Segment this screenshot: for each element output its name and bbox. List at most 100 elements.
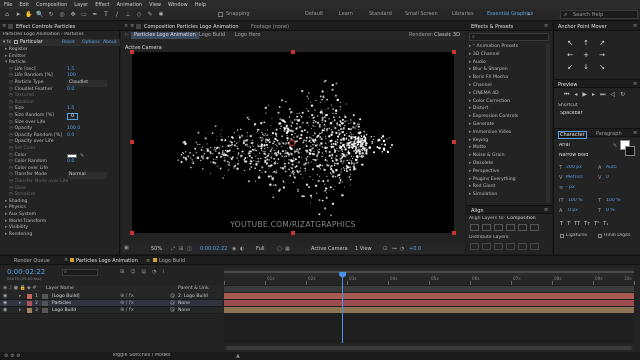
play-icon[interactable]: ▶ [582, 91, 587, 99]
close-icon[interactable]: × [124, 23, 128, 29]
playhead[interactable] [339, 272, 347, 343]
close-icon[interactable]: ≡ [146, 258, 150, 264]
footage-tab[interactable]: Footage (none) [251, 24, 289, 30]
effects-category-item[interactable]: ▸ Keying [469, 137, 545, 145]
eyedropper-icon[interactable]: ✎ [80, 153, 84, 159]
align-tab[interactable]: Align [471, 208, 484, 214]
comp-mini-flowchart-icon[interactable]: ⊞ [120, 269, 124, 276]
panel-menu-icon[interactable]: ≡ [633, 81, 637, 87]
anchor-left-button[interactable]: ← [562, 49, 578, 61]
shortcut-dropdown[interactable]: Spacebar [560, 111, 583, 116]
effect-param-value[interactable]: 100 [67, 73, 76, 80]
selection-tool-icon[interactable]: ➤ [14, 11, 22, 19]
effects-category-item[interactable]: ▸ Red Giant [469, 183, 545, 191]
layer-duration-bar[interactable] [224, 300, 634, 306]
breadcrumb-logo-build[interactable]: Logo Build [199, 31, 225, 40]
align-right-icon[interactable] [494, 224, 503, 231]
composition-viewer[interactable]: YOUTUBE.COM/RIZATGRAPHICS [130, 50, 456, 235]
all-caps-icon[interactable]: TT [574, 221, 580, 229]
mask-icon[interactable]: ◫ [187, 246, 192, 252]
workspace-standard[interactable]: Standard [369, 11, 392, 17]
tracking-value[interactable]: 0 [606, 175, 609, 180]
parent-dropdown[interactable]: None [178, 307, 190, 314]
effect-param-row[interactable]: ◷ Size [9, 106, 119, 113]
fx-enable-checkbox[interactable] [14, 40, 18, 44]
exposure-reset-icon[interactable]: ◔ [400, 246, 404, 252]
layer-duration-bar[interactable] [224, 293, 634, 299]
menu-effect[interactable]: Effect [95, 2, 109, 8]
breadcrumb-logo-hero[interactable]: Logo Hero [235, 31, 260, 40]
layer-name-column[interactable]: Layer Name [46, 285, 74, 292]
render-queue-tab[interactable]: Render Queue [14, 258, 50, 264]
composition-tab[interactable]: Composition Particles Logo Animation [144, 24, 239, 30]
zoom-tool-icon[interactable]: 🔍 [36, 11, 44, 19]
lock-icon[interactable] [8, 24, 13, 29]
effect-param-row[interactable]: ◷ Opacity over Life [9, 139, 119, 146]
effect-param-row[interactable]: ◷ Set Color [9, 146, 119, 153]
pickwhip-icon[interactable]: @ [170, 293, 175, 300]
distribute-hcenter-icon[interactable] [518, 243, 527, 250]
zoom-dropdown[interactable]: 50% [151, 246, 162, 252]
effect-options-link[interactable]: Options [82, 39, 100, 46]
transparency-grid-icon[interactable]: ▦ [285, 246, 290, 252]
effects-category-item[interactable]: ▸ Immersive Video [469, 129, 545, 137]
effects-category-item[interactable]: ▸ Simulation [469, 191, 545, 199]
layer-label-color[interactable] [27, 301, 32, 306]
layer-name[interactable]: [Logo Build] [52, 293, 80, 300]
anchor-top-right-button[interactable]: ↗ [594, 37, 610, 49]
subscript-icon[interactable]: T₁ [603, 221, 608, 229]
rectangle-tool-icon[interactable]: ▭ [80, 11, 88, 19]
workspace-small-screen[interactable]: Small Screen [405, 11, 438, 17]
tsume-value[interactable]: 0 % [606, 208, 615, 213]
handle-bottom-center[interactable] [291, 231, 295, 235]
menu-help[interactable]: Help [195, 2, 206, 8]
anchor-point-icon[interactable] [289, 140, 295, 146]
comp-timecode[interactable]: 0:00:02:22 [200, 246, 227, 252]
brush-tool-icon[interactable]: / [113, 11, 121, 19]
effects-category-item[interactable]: ▸ Expression Controls [469, 113, 545, 121]
effect-header-row[interactable]: ▾ fx Particular Reset Options About [0, 39, 120, 46]
distribute-vcenter-icon[interactable] [482, 243, 491, 250]
layer-label-color[interactable] [27, 308, 32, 313]
eraser-tool-icon[interactable]: ◇ [135, 11, 143, 19]
workspace-default[interactable]: Default [305, 11, 323, 17]
effects-presets-tab[interactable]: Effects & Presets [471, 24, 513, 30]
motion-blur-icon[interactable]: ◔ [152, 269, 156, 276]
align-vcenter-icon[interactable] [518, 224, 527, 231]
fx-toggle-icon[interactable]: ▾ fx [3, 39, 11, 46]
menu-file[interactable]: File [4, 2, 12, 8]
effect-param-dropdown[interactable]: Normal [67, 172, 107, 179]
menu-layer[interactable]: Layer [74, 2, 88, 8]
color-swatch[interactable] [67, 153, 77, 158]
toggle-switches-modes[interactable]: Toggle Switches / Modes [112, 353, 171, 358]
views-dropdown[interactable]: 1 View [355, 246, 372, 252]
panel-menu-icon[interactable]: ≡ [130, 23, 134, 29]
anchor-right-button[interactable]: → [594, 49, 610, 61]
distribute-bottom-icon[interactable] [494, 243, 503, 250]
breadcrumb-particles-logo[interactable]: Particles Logo Animation [131, 32, 199, 39]
effects-search-input[interactable]: ⌕ [469, 33, 549, 41]
panel-menu-icon[interactable]: ≡ [633, 23, 637, 29]
logo-build-tab[interactable]: Logo Build [159, 258, 185, 264]
panel-menu-icon[interactable]: ≡ [544, 23, 548, 29]
shy-icon[interactable]: ☺ [130, 269, 135, 276]
effects-scrollbar[interactable] [546, 43, 550, 203]
close-icon[interactable]: × [64, 257, 68, 263]
layer-switches-icon[interactable]: ⊕ / fx [120, 293, 134, 300]
pen-tool-icon[interactable]: ✒ [91, 11, 99, 19]
effects-category-item[interactable]: ▸ CINEMA 4D [469, 90, 545, 98]
layer-label-color[interactable] [27, 294, 32, 299]
effect-controls-tab[interactable]: Effect Controls Particles [16, 24, 106, 30]
workspace-overflow-icon[interactable]: » [527, 11, 531, 18]
effects-category-item[interactable]: ▸ 3D Channel [469, 51, 545, 59]
effect-reset-link[interactable]: Reset [62, 39, 75, 46]
snapshot-icon[interactable]: ◉ [232, 246, 236, 252]
effect-group-particle[interactable]: ▾ Particle [5, 60, 115, 67]
snapping-checkbox[interactable] [218, 12, 223, 17]
parent-dropdown[interactable]: None [178, 300, 190, 307]
effects-category-item[interactable]: ▸ Noise & Grain [469, 152, 545, 160]
preview-tab[interactable]: Preview [558, 82, 577, 88]
handle-middle-right[interactable] [452, 140, 456, 144]
puppet-tool-icon[interactable]: ✱ [157, 11, 165, 19]
hindi-digits-checkbox[interactable] [598, 234, 602, 238]
